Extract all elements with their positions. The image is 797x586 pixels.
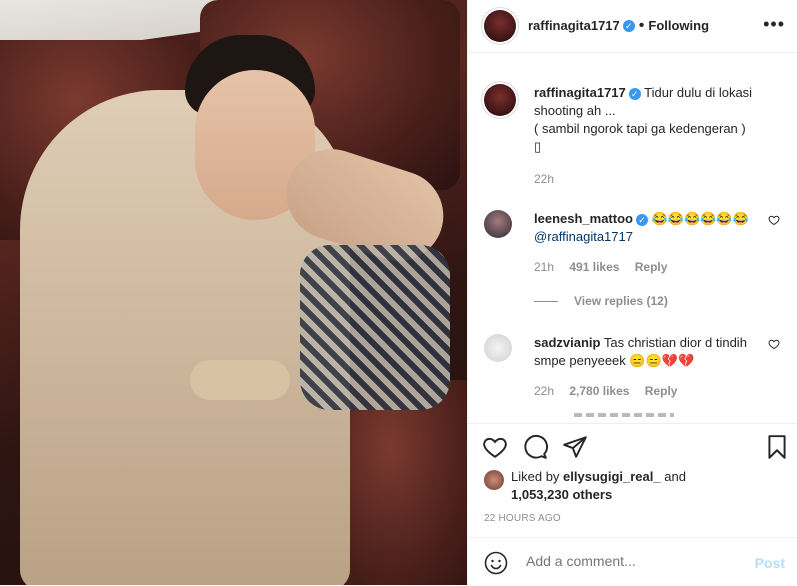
comment-time[interactable]: 22h <box>534 384 554 398</box>
emoji-icon[interactable] <box>484 551 508 575</box>
caption-line: ( sambil ngorok tapi ga kedengeran ) <box>534 121 746 136</box>
liked-by-user[interactable]: ellysugigi_real_ <box>563 469 661 484</box>
header-user-line: raffinagita1717 ✓ • Following <box>528 17 709 35</box>
comment-icon[interactable] <box>522 434 548 460</box>
clipped-comment-row <box>574 413 674 417</box>
comment-meta: 22h 2,780 likes Reply <box>534 382 764 400</box>
more-options-icon[interactable]: ••• <box>763 15 785 33</box>
comment-meta: 21h 491 likes Reply <box>534 258 764 276</box>
view-replies-label: View replies (12) <box>574 294 668 308</box>
liked-by-and: and <box>664 469 686 484</box>
handbag <box>300 245 450 410</box>
bookmark-icon[interactable] <box>764 434 790 460</box>
comment-text: 😂😂😂😂😂😂 <box>651 211 749 226</box>
avatar[interactable] <box>484 10 516 42</box>
caption-line: Tidur dulu di lokasi <box>644 85 753 100</box>
follow-button[interactable]: Following <box>648 18 709 33</box>
likes-text: Liked by ellysugigi_real_ and 1,053,230 … <box>511 468 781 504</box>
comment-time[interactable]: 21h <box>534 260 554 274</box>
header-username[interactable]: raffinagita1717 <box>528 18 620 33</box>
comment-mention-link[interactable]: @raffinagita1717 <box>534 229 633 244</box>
avatar[interactable] <box>484 210 512 238</box>
comment-username[interactable]: sadzvianip <box>534 335 600 350</box>
post-side-panel: raffinagita1717 ✓ • Following ••• raffinagi… <box>468 0 797 585</box>
add-comment-bar: Post <box>468 537 797 586</box>
share-icon[interactable] <box>562 434 588 460</box>
heart-icon[interactable] <box>768 214 780 226</box>
caption-meta: 22h <box>534 170 764 188</box>
action-bar <box>468 423 797 470</box>
post-header: raffinagita1717 ✓ • Following ••• <box>468 0 797 53</box>
separator-dot: • <box>638 17 645 34</box>
sofa-cushion <box>330 380 467 585</box>
comment-username[interactable]: leenesh_mattoo <box>534 211 633 226</box>
heart-icon[interactable] <box>768 338 780 350</box>
reply-button[interactable]: Reply <box>635 260 668 274</box>
comment-likes[interactable]: 2,780 likes <box>569 384 629 398</box>
replies-line <box>534 301 558 303</box>
post-timestamp[interactable]: 22 HOURS AGO <box>484 513 561 524</box>
heart-icon[interactable] <box>482 434 508 460</box>
verified-badge-icon: ✓ <box>628 87 641 100</box>
post-button[interactable]: Post <box>755 555 785 571</box>
reply-button[interactable]: Reply <box>645 384 678 398</box>
avatar[interactable] <box>484 470 504 490</box>
avatar[interactable] <box>484 84 516 116</box>
comment-body: leenesh_mattoo ✓ 😂😂😂😂😂😂 @raffinagita1717 … <box>534 210 764 276</box>
verified-badge-icon: ✓ <box>635 213 648 226</box>
caption-time[interactable]: 22h <box>534 172 554 186</box>
caption-line: ▯ <box>534 139 542 154</box>
verified-badge-icon: ✓ <box>622 19 635 32</box>
post-photo[interactable] <box>0 0 467 585</box>
view-replies-button[interactable]: View replies (12) <box>534 294 668 308</box>
caption-body: raffinagita1717 ✓ Tidur dulu di lokasi sh… <box>534 84 764 188</box>
likes-count[interactable]: 1,053,230 others <box>511 487 612 502</box>
caption-line: shooting ah ... <box>534 103 616 118</box>
comment-input[interactable] <box>524 552 728 570</box>
avatar[interactable] <box>484 334 512 362</box>
comment-body: sadzvianip Tas christian dior d tindih s… <box>534 334 764 400</box>
liked-by-prefix: Liked by <box>511 469 560 484</box>
belt-bow <box>190 360 290 400</box>
caption-username[interactable]: raffinagita1717 <box>534 85 626 100</box>
comment-likes[interactable]: 491 likes <box>569 260 619 274</box>
